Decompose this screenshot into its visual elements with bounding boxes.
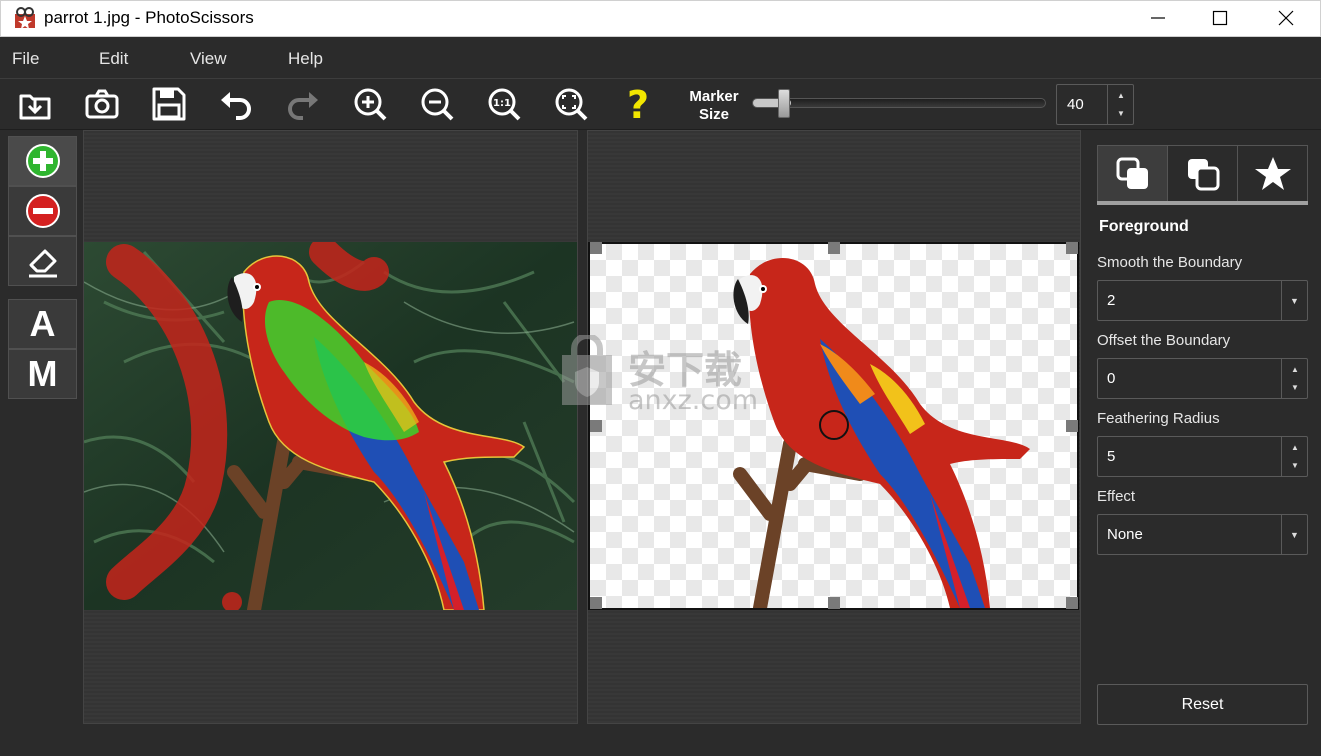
effect-select[interactable]: None ▼ xyxy=(1097,514,1308,555)
open-icon xyxy=(19,94,51,120)
svg-text:1:1: 1:1 xyxy=(493,98,511,109)
feather-value: 5 xyxy=(1107,448,1116,465)
settings-panel: Foreground Smooth the Boundary 2 ▼ Offse… xyxy=(1090,138,1311,738)
zoom-out-icon xyxy=(421,88,454,121)
smooth-select[interactable]: 2 ▼ xyxy=(1097,280,1308,321)
auto-mode-button[interactable]: A xyxy=(8,299,77,349)
chevron-down-icon[interactable]: ▼ xyxy=(1281,515,1307,554)
menu-file[interactable]: File xyxy=(12,49,39,69)
menu-help[interactable]: Help xyxy=(288,49,323,69)
spin-down-icon[interactable]: ▼ xyxy=(1291,383,1299,392)
feather-spinbox[interactable]: 5 ▲ ▼ xyxy=(1097,436,1308,477)
title-bar: parrot 1.jpg - PhotoScissors xyxy=(0,0,1321,37)
redo-icon xyxy=(288,92,318,120)
offset-spinbox[interactable]: 0 ▲ ▼ xyxy=(1097,358,1308,399)
plus-circle-icon xyxy=(25,144,60,178)
effect-label: Effect xyxy=(1097,488,1136,505)
save-icon xyxy=(152,87,186,121)
watermark-en-text: anxz.com xyxy=(628,385,759,416)
smooth-value: 2 xyxy=(1107,292,1116,309)
tab-foreground[interactable] xyxy=(1098,146,1168,202)
eraser-icon xyxy=(28,249,57,278)
help-icon: ? xyxy=(627,86,649,122)
zoom-in-button[interactable] xyxy=(350,84,390,124)
spin-up-icon[interactable]: ▲ xyxy=(1291,443,1299,452)
chevron-down-icon[interactable]: ▼ xyxy=(1281,281,1307,320)
tab-effects[interactable] xyxy=(1238,146,1308,202)
crop-handle[interactable] xyxy=(828,597,840,609)
crop-handle[interactable] xyxy=(590,242,602,254)
zoom-fit-icon xyxy=(555,88,588,121)
background-marker-tool[interactable] xyxy=(8,186,77,236)
background-tab-icon xyxy=(1187,159,1219,191)
offset-stepper[interactable]: ▲ ▼ xyxy=(1281,359,1307,398)
marker-size-thumb[interactable] xyxy=(778,89,790,118)
close-button[interactable] xyxy=(1253,1,1319,34)
marker-size-label: Marker Size xyxy=(689,88,739,123)
tab-indicator xyxy=(1097,201,1308,205)
watermark: 安下载 anxz.com xyxy=(552,335,772,419)
crop-handle[interactable] xyxy=(1066,420,1078,432)
spin-up-icon[interactable]: ▲ xyxy=(1291,365,1299,374)
offset-value: 0 xyxy=(1107,370,1116,387)
marker-size-spinbox[interactable]: 40 ▲ ▼ xyxy=(1056,84,1134,125)
zoom-out-button[interactable] xyxy=(417,84,457,124)
panel-tabs xyxy=(1097,145,1308,205)
panel-title: Foreground xyxy=(1099,218,1189,235)
zoom-actual-button[interactable]: 1:1 xyxy=(484,84,524,124)
svg-text:?: ? xyxy=(627,86,649,122)
maximize-button[interactable] xyxy=(1187,1,1253,34)
foreground-marker-tool[interactable] xyxy=(8,136,77,186)
result-preview xyxy=(588,242,1079,615)
menu-view[interactable]: View xyxy=(190,49,227,69)
undo-button[interactable] xyxy=(216,84,256,124)
offset-label: Offset the Boundary xyxy=(1097,332,1231,349)
crop-handle[interactable] xyxy=(828,242,840,254)
smooth-label: Smooth the Boundary xyxy=(1097,254,1243,271)
result-canvas[interactable] xyxy=(587,130,1081,724)
crop-handle[interactable] xyxy=(590,597,602,609)
minimize-button[interactable] xyxy=(1125,1,1191,34)
camera-button[interactable] xyxy=(82,84,122,124)
window-title: parrot 1.jpg - PhotoScissors xyxy=(44,8,254,27)
foreground-tab-icon xyxy=(1116,157,1148,189)
spin-down-icon[interactable]: ▼ xyxy=(1117,109,1125,118)
marker-size-slider[interactable] xyxy=(752,98,1046,108)
reset-button[interactable]: Reset xyxy=(1097,684,1308,725)
save-button[interactable] xyxy=(149,84,189,124)
zoom-actual-icon: 1:1 xyxy=(488,88,521,121)
star-icon xyxy=(1255,157,1291,190)
crop-handle[interactable] xyxy=(1066,597,1078,609)
minimize-icon xyxy=(1151,16,1165,19)
marker-size-stepper[interactable]: ▲ ▼ xyxy=(1107,85,1133,124)
help-button[interactable]: ? xyxy=(618,84,658,124)
tab-background[interactable] xyxy=(1168,146,1238,202)
camera-icon xyxy=(85,89,119,119)
open-button[interactable] xyxy=(15,84,55,124)
spin-up-icon[interactable]: ▲ xyxy=(1117,91,1125,100)
close-icon xyxy=(1278,10,1294,25)
feather-stepper[interactable]: ▲ ▼ xyxy=(1281,437,1307,476)
source-image xyxy=(84,242,577,610)
menu-edit[interactable]: Edit xyxy=(99,49,128,69)
menu-bar: File Edit View Help xyxy=(0,37,1321,79)
effect-value: None xyxy=(1107,526,1143,543)
undo-icon xyxy=(221,92,251,120)
crop-handle[interactable] xyxy=(590,420,602,432)
minus-circle-icon xyxy=(25,194,60,228)
maximize-icon xyxy=(1212,10,1228,25)
spin-down-icon[interactable]: ▼ xyxy=(1291,461,1299,470)
marker-size-value: 40 xyxy=(1067,96,1084,113)
cutout-image xyxy=(733,257,1030,615)
shield-icon xyxy=(562,335,612,405)
feather-label: Feathering Radius xyxy=(1097,410,1220,427)
redo-button[interactable] xyxy=(283,84,323,124)
source-canvas[interactable] xyxy=(83,130,578,724)
zoom-fit-button[interactable] xyxy=(551,84,591,124)
zoom-in-icon xyxy=(354,88,387,121)
app-icon xyxy=(15,7,35,29)
crop-handle[interactable] xyxy=(1066,242,1078,254)
eraser-tool[interactable] xyxy=(8,236,77,286)
manual-mode-button[interactable]: M xyxy=(8,349,77,399)
